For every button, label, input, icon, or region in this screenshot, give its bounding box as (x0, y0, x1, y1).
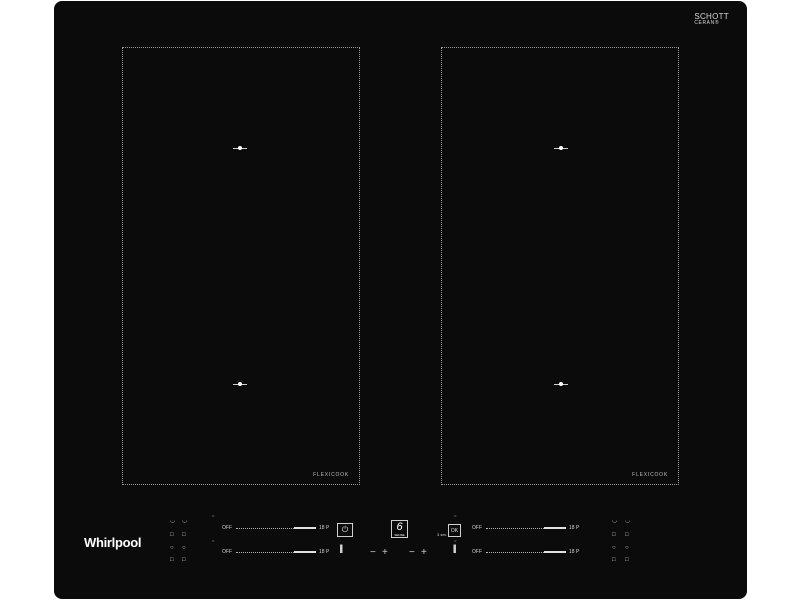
logo-line-1: SCHOTT (694, 12, 729, 21)
flexicook-zone-left[interactable]: FLEXICOOK (122, 47, 360, 485)
power-slider-left-top[interactable]: OFF 18 P (222, 524, 332, 532)
plus-button[interactable]: + (421, 547, 427, 558)
minus-button[interactable]: − (370, 547, 376, 558)
cooktop-glass: SCHOTT CERAN® FLEXICOOK FLEXICOOK Whirlp… (54, 1, 747, 599)
timer-icon[interactable]: ○ (454, 513, 456, 518)
slider-level-marks (294, 527, 316, 529)
melt-icon[interactable]: ○ (182, 545, 186, 551)
zone-split-icon[interactable]: ▐ (451, 546, 456, 553)
schott-ceran-logo: SCHOTT CERAN® (694, 13, 729, 27)
minus-button[interactable]: − (409, 547, 415, 558)
simmer-icon[interactable]: □ (625, 532, 629, 538)
fry-icon[interactable]: ○ (612, 545, 616, 551)
sixth-sense-caption: SENSE (394, 533, 405, 537)
power-slider-left-bottom[interactable]: OFF 18 P (222, 548, 332, 556)
simmer-icon[interactable]: □ (182, 532, 186, 538)
plus-button[interactable]: + (382, 547, 388, 558)
melt-icon[interactable]: ○ (625, 545, 629, 551)
timer-icon[interactable]: ○ (212, 538, 214, 543)
power-button[interactable]: ⏻ (337, 523, 353, 537)
slider-level-marks (544, 551, 566, 553)
zone-center-mark (233, 146, 247, 151)
slider-level-marks (294, 551, 316, 553)
timer-icon[interactable]: ○ (454, 538, 456, 543)
sixth-sense-button[interactable]: 6 SENSE (391, 520, 408, 538)
pot-icon[interactable]: ◡ (170, 518, 175, 524)
ok-button[interactable]: OK (448, 524, 461, 537)
fry-icon[interactable]: ○ (170, 545, 174, 551)
logo-line-2: CERAN® (694, 20, 720, 26)
whirlpool-logo: Whirlpool (84, 535, 142, 550)
boil-icon[interactable]: □ (612, 532, 616, 538)
keep-warm-icon[interactable]: □ (170, 557, 174, 563)
grill-icon[interactable]: □ (182, 557, 186, 563)
slider-max-label: 18 P (319, 525, 330, 531)
pot-icon[interactable]: ◡ (612, 518, 617, 524)
zone-label: FLEXICOOK (313, 472, 349, 478)
slider-max-label: 18 P (569, 525, 580, 531)
zone-center-mark (554, 382, 568, 387)
slider-max-label: 18 P (319, 549, 330, 555)
timer-icon[interactable]: ○ (212, 513, 214, 518)
flexicook-zone-right[interactable]: FLEXICOOK (441, 47, 679, 485)
ok-label: OK (450, 527, 459, 534)
slider-off-label: OFF (222, 549, 232, 555)
pan-icon[interactable]: ◡ (182, 518, 187, 524)
slider-max-label: 18 P (569, 549, 580, 555)
grill-icon[interactable]: □ (625, 557, 629, 563)
zone-split-icon[interactable]: ▌ (340, 546, 345, 553)
power-slider-right-bottom[interactable]: OFF 18 P (472, 548, 582, 556)
zone-label: FLEXICOOK (632, 472, 668, 478)
boil-icon[interactable]: □ (170, 532, 174, 538)
keep-warm-icon[interactable]: □ (612, 557, 616, 563)
zone-center-mark (554, 146, 568, 151)
zone-center-mark (233, 382, 247, 387)
sixth-sense-number: 6 (396, 521, 403, 533)
slider-off-label: OFF (472, 549, 482, 555)
slider-off-label: OFF (472, 525, 482, 531)
slider-level-marks (544, 527, 566, 529)
slider-off-label: OFF (222, 525, 232, 531)
lock-label: 3 sec (437, 532, 447, 537)
power-slider-right-top[interactable]: OFF 18 P (472, 524, 582, 532)
power-icon: ⏻ (341, 525, 349, 534)
pan-icon[interactable]: ◡ (625, 518, 630, 524)
